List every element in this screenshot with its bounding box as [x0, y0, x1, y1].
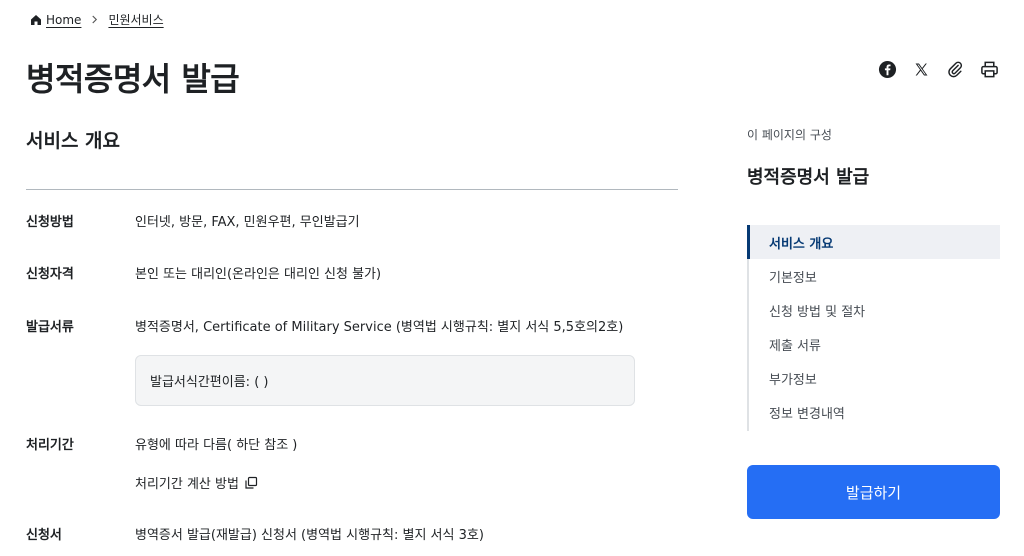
- info-label: 발급서류: [26, 320, 74, 335]
- issue-button[interactable]: 발급하기: [747, 465, 1000, 519]
- section-divider: [26, 189, 678, 190]
- info-label: 신청서: [26, 528, 62, 543]
- section-title-overview: 서비스 개요: [26, 130, 121, 152]
- printer-icon[interactable]: [979, 59, 999, 79]
- info-label: 신청방법: [26, 215, 74, 230]
- breadcrumb: Home 민원서비스: [30, 11, 164, 28]
- breadcrumb-home-link[interactable]: Home: [46, 13, 81, 27]
- toc-item-basic-info[interactable]: 기본정보: [747, 259, 1000, 293]
- info-value: 병역증서 발급(재발급) 신청서 (병역법 시행규칙: 별지 서식 3호): [135, 528, 484, 543]
- breadcrumb-current-link[interactable]: 민원서비스: [108, 11, 163, 28]
- toc-item-change-history[interactable]: 정보 변경내역: [747, 395, 1000, 429]
- toc-item-documents[interactable]: 제출 서류: [747, 327, 1000, 361]
- processing-calc-link[interactable]: 처리기간 계산 방법: [135, 473, 258, 492]
- toc-title: 병적증명서 발급: [747, 167, 870, 188]
- chevron-right-icon: [91, 15, 98, 24]
- copy-icon: [244, 476, 258, 490]
- info-row-application: 신청서 병역증서 발급(재발급) 신청서 (병역법 시행규칙: 별지 서식 3호…: [26, 526, 686, 546]
- info-value: 인터넷, 방문, FAX, 민원우편, 무인발급기: [135, 215, 360, 230]
- share-toolbar: [877, 59, 999, 79]
- processing-calc-label: 처리기간 계산 방법: [135, 477, 239, 492]
- form-alias-text: 발급서식간편이름: ( ): [150, 375, 269, 390]
- toc-nav: 서비스 개요 기본정보 신청 방법 및 절차 제출 서류 부가정보 정보 변경내…: [747, 225, 1000, 431]
- toc-item-procedure[interactable]: 신청 방법 및 절차: [747, 293, 1000, 327]
- page-title: 병적증명서 발급: [26, 60, 240, 98]
- facebook-icon[interactable]: [877, 59, 897, 79]
- info-value: 병적증명서, Certificate of Military Service (…: [135, 320, 624, 335]
- toc-item-additional-info[interactable]: 부가정보: [747, 361, 1000, 395]
- toc-caption: 이 페이지의 구성: [747, 128, 832, 142]
- info-value: 본인 또는 대리인(온라인은 대리인 신청 불가): [135, 267, 382, 282]
- info-value: 유형에 따라 다름( 하단 참조 ): [135, 438, 298, 453]
- x-icon[interactable]: [911, 59, 931, 79]
- info-label: 처리기간: [26, 438, 74, 453]
- info-row-method: 신청방법 인터넷, 방문, FAX, 민원우편, 무인발급기: [26, 213, 686, 233]
- home-icon: [30, 14, 42, 26]
- form-alias-box: 발급서식간편이름: ( ): [135, 355, 635, 406]
- info-label: 신청자격: [26, 267, 74, 282]
- info-row-documents: 발급서류 병적증명서, Certificate of Military Serv…: [26, 318, 686, 338]
- info-row-eligibility: 신청자격 본인 또는 대리인(온라인은 대리인 신청 불가): [26, 265, 686, 285]
- paperclip-icon[interactable]: [945, 59, 965, 79]
- info-row-processing: 처리기간 유형에 따라 다름( 하단 참조 ): [26, 436, 686, 456]
- toc-item-overview[interactable]: 서비스 개요: [747, 225, 1000, 259]
